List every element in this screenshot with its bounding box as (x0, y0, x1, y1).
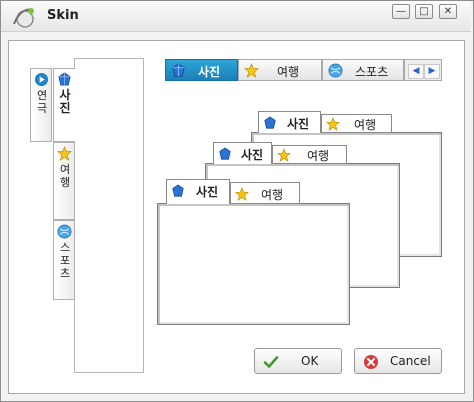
preview-tab-travel: 여행 (230, 182, 300, 204)
star-icon (57, 146, 72, 161)
preview-tab-travel: 여행 (272, 145, 347, 164)
gem-icon (172, 184, 184, 197)
vertical-tab-content-panel (74, 58, 144, 373)
gem-icon (172, 63, 185, 77)
globe-icon (57, 224, 72, 239)
app-icon (13, 8, 34, 28)
star-icon (277, 148, 291, 162)
preview-frame-front (157, 203, 350, 325)
minimize-button[interactable]: — (392, 4, 410, 19)
ok-button[interactable]: OK (254, 348, 342, 374)
preview-tab-label: 여행 (261, 188, 284, 202)
preview-tab-label: 사진 (241, 148, 264, 162)
play-icon (34, 72, 49, 87)
preview-tab-label: 여행 (354, 118, 377, 132)
vtab-sports[interactable]: 스포츠 (53, 220, 75, 300)
star-icon (326, 117, 340, 131)
cancel-button[interactable]: Cancel (354, 348, 442, 374)
gem-icon (264, 116, 276, 129)
cancel-icon (364, 355, 378, 369)
gem-icon (58, 72, 71, 86)
htab-sports[interactable]: 스포츠 (322, 59, 404, 81)
htab-label: 사진 (198, 65, 221, 79)
vtab-photo[interactable]: 사진 (53, 68, 75, 142)
star-icon (235, 187, 249, 201)
check-icon (263, 356, 279, 368)
preview-tab-travel: 여행 (321, 114, 392, 133)
preview-tab-label: 여행 (307, 149, 330, 163)
scroll-right-arrow-icon[interactable]: ▶ (424, 64, 440, 79)
vtab-label: 스포츠 (59, 241, 71, 280)
vtab-travel[interactable]: 여행 (53, 142, 75, 220)
preview-tab-label: 사진 (287, 117, 310, 131)
htab-travel[interactable]: 여행 (238, 59, 322, 81)
htab-label: 여행 (277, 65, 300, 79)
scroll-left-arrow-icon[interactable]: ◀ (408, 64, 424, 79)
star-icon (244, 63, 259, 78)
ok-label: OK (301, 354, 319, 368)
tab-scroll-arrows: ◀ ▶ (404, 59, 442, 81)
vtab-label: 연극 (36, 89, 48, 115)
maximize-button[interactable]: □ (415, 4, 433, 19)
preview-tab-photo: 사진 (258, 111, 321, 133)
vtab-label: 여행 (59, 163, 71, 189)
cancel-label: Cancel (390, 354, 431, 368)
htab-photo[interactable]: 사진 (165, 59, 238, 81)
title-bar[interactable]: Skin — □ ✕ (1, 1, 471, 32)
globe-icon (328, 63, 343, 78)
window-title: Skin (47, 8, 79, 23)
close-button[interactable]: ✕ (439, 4, 457, 19)
vtab-label: 사진 (59, 88, 71, 115)
vtab-play[interactable]: 연극 (30, 68, 52, 142)
preview-tab-photo: 사진 (213, 142, 272, 164)
gem-icon (219, 147, 231, 160)
preview-tab-label: 사진 (196, 185, 219, 199)
preview-tab-photo: 사진 (166, 179, 230, 204)
htab-label: 스포츠 (355, 65, 389, 79)
